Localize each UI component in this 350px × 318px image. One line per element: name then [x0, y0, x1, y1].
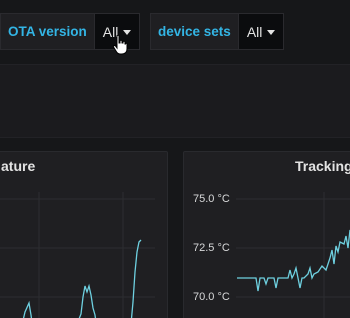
variable-device-sets: device sets All: [150, 13, 285, 50]
panel-temperature[interactable]: ature: [0, 151, 168, 318]
variable-label-ota-version: OTA version: [0, 13, 94, 50]
panel-tracking[interactable]: Tracking 75.0 °C 72.5 °C 70.0 °C: [183, 151, 350, 318]
tracking-graph: [236, 192, 350, 318]
hand-cursor-icon: [112, 34, 128, 55]
dashboard: OTA version All device sets All ature Tr…: [0, 0, 350, 318]
temperature-series-line: [22, 239, 142, 318]
collapsed-row-area: [0, 64, 350, 138]
template-variables-bar: OTA version All device sets All: [0, 0, 350, 64]
tracking-series-line: [237, 229, 350, 292]
variable-value: All: [246, 23, 263, 40]
temperature-graph: [0, 192, 155, 318]
variable-dropdown-device-sets[interactable]: All: [237, 13, 285, 50]
variable-label-device-sets: device sets: [150, 13, 238, 50]
caret-down-icon: [267, 29, 276, 35]
